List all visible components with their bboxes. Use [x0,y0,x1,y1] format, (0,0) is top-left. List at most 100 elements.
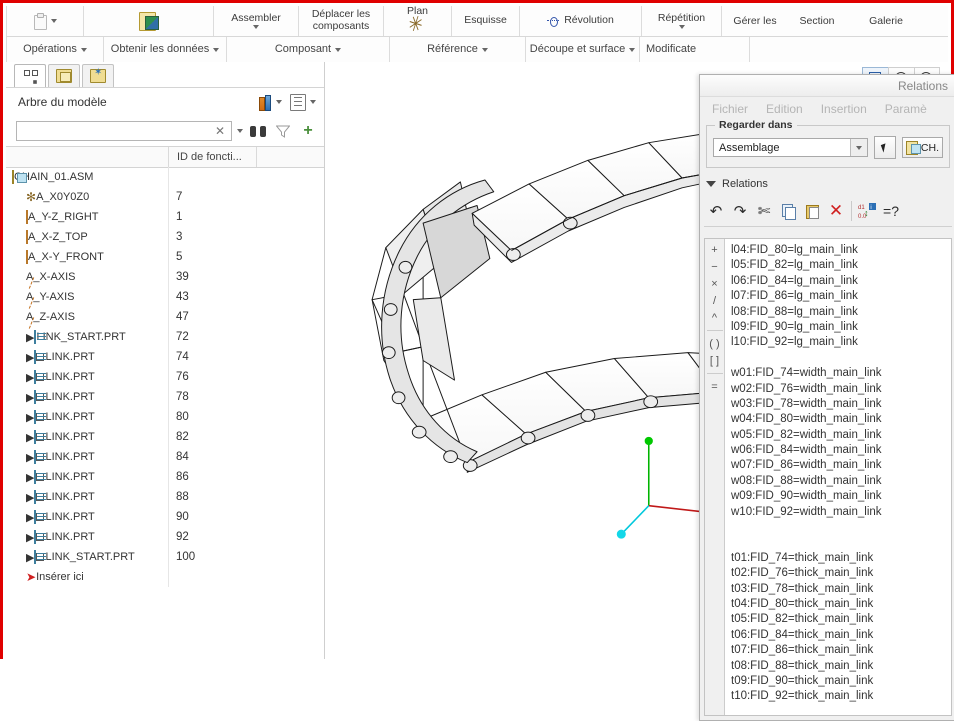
chevron-down-icon[interactable] [237,129,243,133]
relation-line[interactable]: w03:FID_78=width_main_link [731,397,951,412]
relation-line[interactable]: w06:FID_84=width_main_link [731,443,951,458]
relation-line[interactable]: l05:FID_82=lg_main_link [731,258,951,273]
ribbon-plane-button[interactable]: Plan [384,6,452,36]
relation-line[interactable]: w07:FID_86=width_main_link [731,458,951,473]
chevron-down-icon[interactable] [481,47,488,52]
sidebar-item-favorites[interactable] [82,64,114,87]
tree-settings-icon[interactable] [254,92,274,112]
copy-button[interactable] [776,199,800,223]
relations-dialog[interactable]: Relations Fichier Edition Insertion Para… [699,74,954,721]
relation-line[interactable]: w02:FID_76=width_main_link [731,382,951,397]
chevron-down-icon[interactable] [335,47,342,52]
menu-parametres[interactable]: Paramè [885,102,927,116]
relation-line[interactable]: t04:FID_80=thick_main_link [731,597,951,612]
ribbon-group-modify[interactable]: Modificate [640,37,750,63]
tree-row[interactable]: A_Z-AXIS 47 [6,307,324,327]
chevron-down-icon[interactable] [51,19,57,23]
operator-button[interactable]: = [706,378,724,395]
relation-line[interactable]: w04:FID_80=width_main_link [731,412,951,427]
tree-row[interactable]: ➤ Insérer ici [6,567,324,587]
chevron-down-icon[interactable] [849,139,867,156]
paste-button[interactable] [800,199,824,223]
ribbon-get-data-group[interactable] [84,6,214,36]
search-input[interactable] [21,124,213,138]
menu-edition[interactable]: Edition [766,102,803,116]
relation-blank-line[interactable] [731,520,951,535]
chevron-down-icon[interactable] [80,47,87,52]
chevron-down-icon[interactable] [310,100,316,104]
tree-row[interactable]: A_X-AXIS 39 [6,267,324,287]
tree-row[interactable]: ▶ LINK.PRT 74 [6,347,324,367]
delete-button[interactable]: ✕ [824,199,848,223]
model-tree[interactable]: CHAIN_01.ASM ✻ A_X0Y0Z0 7 A_Y-Z_RIGHT 1 A_X-Z_… [6,167,324,659]
undo-button[interactable]: ↶ [704,199,728,223]
tree-row[interactable]: A_Y-AXIS 43 [6,287,324,307]
find-icon[interactable] [248,121,268,141]
operator-button[interactable]: ^ [706,309,724,326]
tree-row[interactable]: ▶ LINK.PRT 82 [6,427,324,447]
chevron-down-icon[interactable] [213,47,220,52]
relation-line[interactable]: t06:FID_84=thick_main_link [731,628,951,643]
ribbon-paste-group[interactable] [6,6,84,36]
filter-icon[interactable] [273,121,293,141]
tree-row[interactable]: ▶ LINK.PRT 92 [6,527,324,547]
relation-line[interactable]: t03:FID_78=thick_main_link [731,582,951,597]
look-in-select[interactable]: Assemblage [713,138,868,157]
ribbon-group-operations[interactable]: Opérations [6,37,104,63]
chevron-down-icon[interactable] [629,47,636,52]
ribbon-manage-button[interactable]: Gérer les [722,6,788,36]
ribbon-sketch-button[interactable]: Esquisse [452,6,520,36]
relation-line[interactable]: t01:FID_74=thick_main_link [731,551,951,566]
chevron-down-icon[interactable] [706,181,716,187]
relation-line[interactable]: t09:FID_90=thick_main_link [731,674,951,689]
ribbon-group-component[interactable]: Composant [227,37,390,63]
ribbon-move-components-button[interactable]: Déplacer les composants [299,6,384,36]
sidebar-item-folder-browser[interactable] [48,64,80,87]
redo-button[interactable]: ↷ [728,199,752,223]
tree-columns-icon[interactable] [288,92,308,112]
tree-row[interactable]: ▶ LINK.PRT 84 [6,447,324,467]
relation-line[interactable]: l09:FID_90=lg_main_link [731,320,951,335]
clear-search-icon[interactable]: ✕ [213,124,227,138]
ribbon-group-get-data[interactable]: Obtenir les données [104,37,227,63]
verify-relations-button[interactable]: =? [879,199,903,223]
ribbon-pattern-button[interactable]: Répétition [642,6,722,36]
dimension-switch-button[interactable]: d1 0.0 ↕ i [855,199,879,223]
tree-row[interactable]: ▶ LINK.PRT 76 [6,367,324,387]
operator-button[interactable]: / [706,292,724,309]
tree-row[interactable]: ▶ LINK.PRT 88 [6,487,324,507]
relation-line[interactable]: t08:FID_88=thick_main_link [731,659,951,674]
ribbon-assemble-button[interactable]: Assembler [214,6,299,36]
select-object-button[interactable] [873,136,896,159]
relation-blank-line[interactable] [731,351,951,366]
tree-row[interactable]: A_X-Z_TOP 3 [6,227,324,247]
operator-button[interactable]: − [706,258,724,275]
search-input-wrapper[interactable]: ✕ [16,121,232,141]
relation-line[interactable]: l10:FID_92=lg_main_link [731,335,951,350]
ribbon-group-cut-surface[interactable]: Découpe et surface [526,37,640,63]
relations-section-header[interactable]: Relations [700,174,954,194]
relation-line[interactable]: t07:FID_86=thick_main_link [731,643,951,658]
relation-line[interactable]: l08:FID_88=lg_main_link [731,305,951,320]
relation-line[interactable]: t05:FID_82=thick_main_link [731,612,951,627]
relation-line[interactable]: t02:FID_76=thick_main_link [731,566,951,581]
operator-button[interactable]: × [706,275,724,292]
tree-row[interactable]: ▶ LINK.PRT 80 [6,407,324,427]
operator-button[interactable]: + [706,241,724,258]
relations-text-area[interactable]: l04:FID_80=lg_main_link l05:FID_82=lg_mai… [725,239,951,715]
relation-line[interactable]: w09:FID_90=width_main_link [731,489,951,504]
ribbon-section-button[interactable]: Section [788,6,846,36]
relation-line[interactable]: w01:FID_74=width_main_link [731,366,951,381]
relation-line[interactable]: l06:FID_84=lg_main_link [731,274,951,289]
add-icon[interactable]: + [298,121,318,141]
relation-line[interactable]: w10:FID_92=width_main_link [731,505,951,520]
cut-button[interactable]: ✄ [752,199,776,223]
menu-insertion[interactable]: Insertion [821,102,867,116]
ribbon-revolve-button[interactable]: Révolution [520,6,642,36]
tree-row[interactable]: A_Y-Z_RIGHT 1 [6,207,324,227]
current-model-button[interactable]: CH. [901,137,943,158]
relation-line[interactable]: t10:FID_92=thick_main_link [731,689,951,704]
operator-button[interactable]: ( ) [706,335,724,352]
tree-row[interactable]: ▶ LINK_START.PRT 72 [6,327,324,347]
tree-row[interactable]: ▶ LINK.PRT 90 [6,507,324,527]
